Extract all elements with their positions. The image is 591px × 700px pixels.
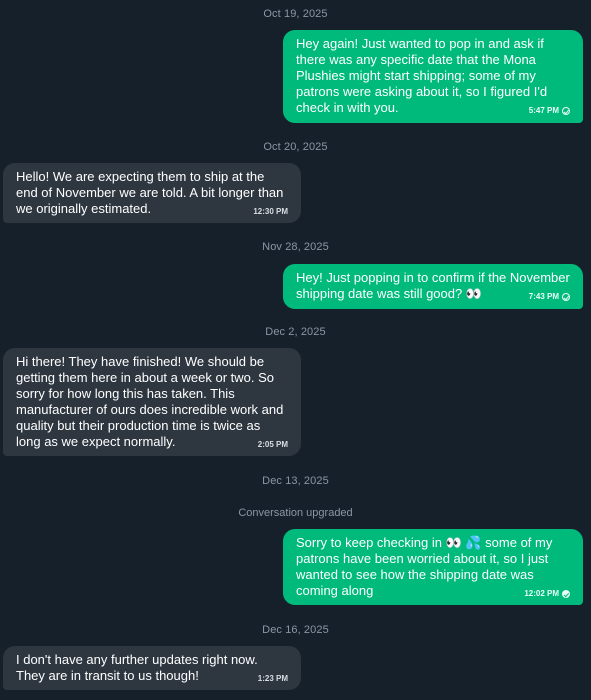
message-time: 2:05 PM (257, 440, 288, 449)
sent-check-icon (562, 107, 570, 115)
date-separator: Dec 16, 2025 (262, 624, 329, 636)
message-bubble-received[interactable]: Hi there! They have finished! We should … (3, 348, 301, 456)
message-time: 1:23 PM (257, 674, 288, 683)
message-time: 5:47 PM (528, 106, 559, 115)
message-meta: 5:47 PM (529, 106, 570, 116)
message-time: 12:02 PM (524, 589, 559, 598)
message-text: I don't have any further updates right n… (16, 652, 258, 683)
date-separator: Dec 2, 2025 (265, 326, 326, 338)
message-meta: 12:02 PM (524, 589, 570, 599)
date-separator: Oct 20, 2025 (263, 141, 328, 153)
message-text: Hi there! They have finished! We should … (16, 354, 284, 449)
message-time: 7:43 PM (528, 292, 559, 301)
date-separator: Oct 19, 2025 (263, 8, 328, 20)
sent-check-icon (562, 293, 570, 301)
message-meta: 1:23 PM (258, 674, 288, 684)
dm-thread: Oct 19, 2025 Hey again! Just wanted to p… (0, 0, 591, 700)
date-separator: Dec 13, 2025 (262, 475, 329, 487)
conversation-upgraded-note: Conversation upgraded (238, 507, 353, 519)
message-text: Hey again! Just wanted to pop in and ask… (296, 36, 548, 115)
message-meta: 12:30 PM (253, 207, 288, 217)
message-meta: 7:43 PM (529, 292, 570, 302)
message-bubble-sent[interactable]: Hey! Just popping in to confirm if the N… (283, 264, 583, 309)
message-bubble-received[interactable]: I don't have any further updates right n… (3, 646, 301, 690)
message-text: Hello! We are expecting them to ship at … (16, 169, 284, 216)
message-bubble-sent[interactable]: Hey again! Just wanted to pop in and ask… (283, 30, 583, 123)
message-time: 12:30 PM (253, 207, 288, 216)
message-text: Sorry to keep checking in 👀 💦 some of my… (296, 535, 553, 598)
message-bubble-sent[interactable]: Sorry to keep checking in 👀 💦 some of my… (283, 529, 583, 605)
read-check-icon (562, 590, 570, 598)
message-meta: 2:05 PM (258, 440, 288, 450)
date-separator: Nov 28, 2025 (262, 241, 329, 253)
message-bubble-received[interactable]: Hello! We are expecting them to ship at … (3, 163, 301, 223)
